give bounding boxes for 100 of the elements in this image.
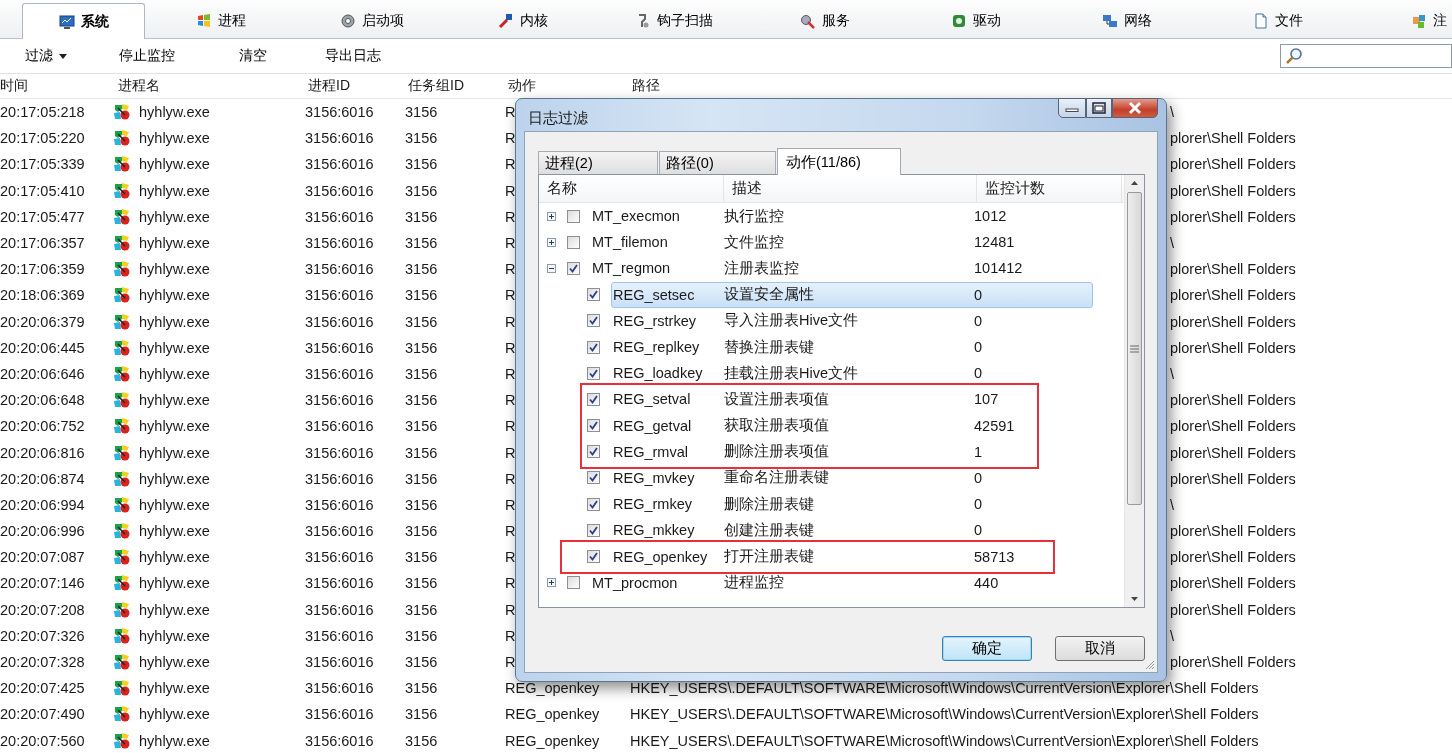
time-cell-text: 20:20:06:646	[0, 365, 86, 382]
column-header[interactable]: 名称	[539, 175, 724, 202]
path-cell: \	[1170, 496, 1175, 513]
tab[interactable]: 进程	[145, 3, 296, 38]
tab[interactable]: 钩子扫描	[598, 3, 749, 38]
process-cell: hyhlyw.exe	[139, 627, 210, 644]
checkbox[interactable]	[587, 392, 600, 406]
path-cell: plorer\Shell Folders	[1170, 182, 1296, 199]
column-header[interactable]: 任务组ID	[408, 77, 508, 95]
app-icon	[113, 626, 131, 645]
search-icon	[1285, 47, 1303, 65]
expand-icon[interactable]	[547, 237, 556, 247]
app-icon	[113, 548, 131, 567]
list-row[interactable]: REG_mkkey 创建注册表键 0	[611, 517, 1093, 544]
toolbar-button[interactable]: 清空	[239, 47, 267, 65]
monitor-description: 注册表监控	[724, 258, 800, 278]
tab[interactable]: 路径(0)	[659, 151, 776, 174]
checkbox[interactable]	[587, 445, 600, 459]
tab[interactable]: 文件	[1202, 3, 1353, 38]
action-name: REG_rstrkey	[612, 312, 697, 329]
path-cell: plorer\Shell Folders	[1170, 549, 1296, 566]
process-id-cell-text: 3156:6016	[305, 130, 375, 147]
tab[interactable]: 动作(11/86)	[777, 148, 901, 175]
task-group-cell-text: 3156	[405, 156, 439, 173]
list-row[interactable]: REG_rmval 删除注册表项值 1	[611, 438, 1093, 465]
task-group-cell-text: 3156	[405, 130, 439, 147]
task-group-cell-text: 3156	[405, 313, 439, 330]
process-cell: hyhlyw.exe	[139, 575, 210, 592]
list-row[interactable]: REG_replkey 替换注册表键 0	[611, 334, 1093, 361]
filter-dropdown[interactable]: 过滤	[25, 47, 67, 65]
action-cell: R	[505, 627, 516, 644]
task-group-cell-text: 3156	[405, 680, 439, 697]
tab[interactable]: 系统	[22, 3, 145, 39]
minimize-button[interactable]	[1058, 98, 1086, 118]
time-cell-text: 20:17:05:477	[0, 208, 86, 225]
expand-icon[interactable]	[547, 211, 556, 221]
list-row[interactable]: REG_mvkey 重命名注册表键 0	[611, 464, 1093, 491]
list-row[interactable]: REG_setsec 设置安全属性 0	[611, 281, 1093, 308]
action-description: 挂载注册表Hive文件	[724, 363, 859, 383]
close-button[interactable]	[1112, 98, 1158, 118]
checkbox[interactable]	[587, 366, 600, 380]
toolbar-button[interactable]: 停止监控	[119, 47, 175, 65]
checkbox[interactable]	[567, 235, 580, 249]
list-row[interactable]: REG_getval 获取注册表项值 42591	[611, 412, 1093, 439]
tab[interactable]: 驱动	[900, 3, 1051, 38]
column-header[interactable]: 时间	[0, 77, 118, 95]
column-header[interactable]: 路径	[632, 77, 660, 95]
tab[interactable]: 进程(2)	[538, 151, 658, 174]
checkbox[interactable]	[587, 550, 600, 564]
collapse-icon[interactable]	[547, 263, 556, 273]
task-group-cell-text: 3156	[405, 523, 439, 540]
tab[interactable]: 网络	[1051, 3, 1202, 38]
task-group-cell-text: 3156	[405, 208, 439, 225]
action-cell: R	[505, 470, 516, 487]
expand-icon[interactable]	[547, 578, 556, 588]
tab[interactable]: 服务	[749, 3, 900, 38]
column-header[interactable]: 动作	[508, 77, 632, 95]
monitor-count: 0	[974, 339, 984, 356]
checkbox[interactable]	[587, 340, 600, 354]
column-header[interactable]: 描述	[724, 175, 977, 202]
tab-icon	[497, 12, 514, 29]
time-cell-text: 20:18:06:369	[0, 287, 86, 304]
app-icon	[113, 181, 131, 200]
column-header[interactable]: 进程名	[118, 77, 308, 95]
time-cell-text: 20:17:05:220	[0, 130, 86, 147]
list-row[interactable]: REG_setval 设置注册表项值 107	[611, 386, 1093, 413]
action-description: 创建注册表键	[724, 520, 815, 540]
list-row[interactable]: REG_rmkey 删除注册表键 0	[611, 491, 1093, 518]
toolbar-button[interactable]: 导出日志	[325, 47, 381, 65]
tab[interactable]: 启动项	[296, 3, 447, 38]
tab-icon	[195, 12, 212, 29]
checkbox[interactable]	[587, 471, 600, 485]
task-group-cell-text: 3156	[405, 287, 439, 304]
process-cell: hyhlyw.exe	[139, 444, 210, 461]
checkbox[interactable]	[587, 314, 600, 328]
tab[interactable]: 内核	[447, 3, 598, 38]
scrollbar[interactable]	[1124, 175, 1144, 607]
maximize-button[interactable]	[1086, 98, 1112, 118]
time-cell-text: 20:20:06:752	[0, 418, 86, 435]
column-header[interactable]: 监控计数	[977, 175, 1122, 202]
list-row[interactable]: REG_loadkey 挂载注册表Hive文件 0	[611, 360, 1093, 387]
list-row[interactable]: REG_rstrkey 导入注册表Hive文件 0	[611, 307, 1093, 334]
column-header[interactable]: 进程ID	[308, 77, 408, 95]
ok-button[interactable]: 确定	[942, 636, 1032, 661]
cancel-button[interactable]: 取消	[1055, 636, 1145, 661]
checkbox[interactable]	[567, 209, 580, 223]
process-cell: hyhlyw.exe	[139, 130, 210, 147]
process-cell: hyhlyw.exe	[139, 365, 210, 382]
checkbox[interactable]	[587, 497, 600, 511]
resize-grip-icon[interactable]	[1145, 660, 1155, 670]
action-name: REG_loadkey	[612, 365, 704, 382]
checkbox[interactable]	[587, 288, 600, 302]
checkbox[interactable]	[567, 261, 580, 275]
checkbox[interactable]	[567, 576, 580, 590]
tab[interactable]: 注	[1353, 3, 1452, 38]
search-field[interactable]	[1280, 44, 1452, 68]
checkbox[interactable]	[587, 523, 600, 537]
checkbox[interactable]	[587, 419, 600, 433]
path-cell: plorer\Shell Folders	[1170, 392, 1296, 409]
list-row[interactable]: REG_openkey 打开注册表键 58713	[611, 543, 1093, 570]
